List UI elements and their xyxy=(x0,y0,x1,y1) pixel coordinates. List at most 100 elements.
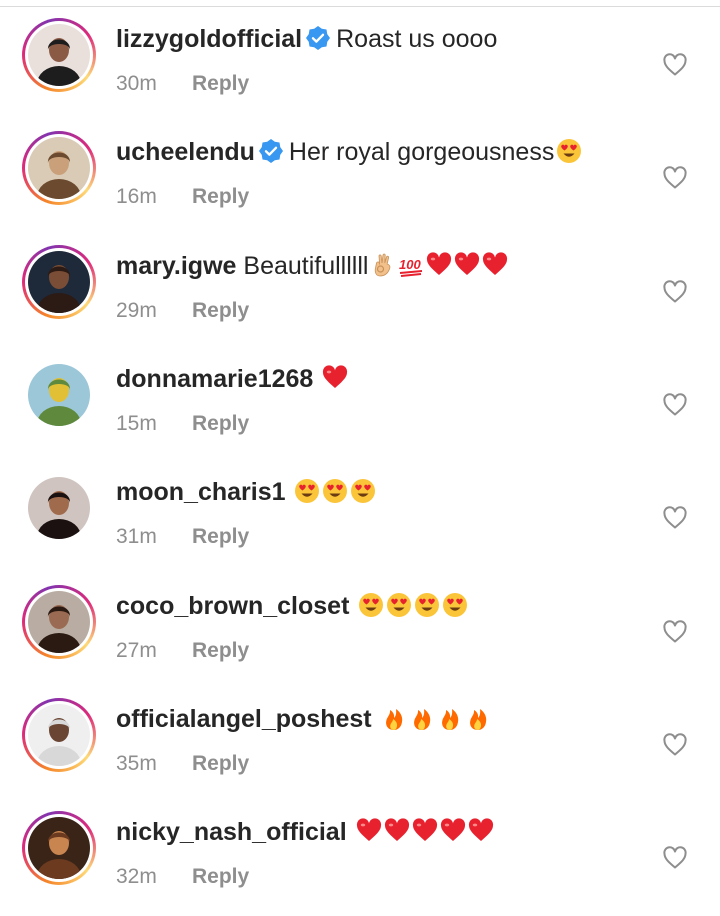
avatar-image xyxy=(28,137,90,200)
heart-eyes-emoji-icon xyxy=(443,592,468,617)
comment-row: lizzygoldofficial Roast us oooo 30m Reply xyxy=(0,6,720,119)
heart-eyes-emoji-icon xyxy=(387,592,412,617)
comment-text: Beautifullllll xyxy=(243,251,369,280)
like-heart-icon[interactable] xyxy=(661,731,689,759)
comment-text: Her royal gorgeousness xyxy=(288,138,555,167)
comment-body: donnamarie1268 xyxy=(116,364,348,394)
verified-badge-icon xyxy=(258,139,283,164)
avatar-border xyxy=(25,247,93,316)
username-link[interactable]: lizzygoldofficial xyxy=(116,25,302,53)
comment-time: 31m xyxy=(116,525,157,549)
comment-body: lizzygoldofficial Roast us oooo xyxy=(116,24,497,54)
avatar[interactable] xyxy=(22,244,96,319)
heart-eyes-emoji-icon xyxy=(351,479,376,504)
like-heart-icon[interactable] xyxy=(661,844,689,872)
avatar-border xyxy=(25,700,93,769)
comment-body: ucheelendu Her royal gorgeousness xyxy=(116,137,582,167)
like-heart-icon[interactable] xyxy=(661,618,689,646)
red-heart-emoji-icon xyxy=(483,252,508,275)
comment-body: coco_brown_closet xyxy=(116,591,468,621)
comment-meta: 32m Reply xyxy=(116,865,249,889)
avatar-image xyxy=(28,817,90,880)
avatar[interactable] xyxy=(22,131,96,206)
username-link[interactable]: donnamarie1268 xyxy=(116,365,313,393)
comment-row: donnamarie1268 15m Reply xyxy=(0,346,720,459)
comment-meta: 35m Reply xyxy=(116,752,249,776)
avatar[interactable] xyxy=(22,697,96,772)
avatar-border xyxy=(22,471,96,546)
avatar-image xyxy=(28,363,90,426)
like-heart-icon[interactable] xyxy=(661,278,689,306)
fire-emoji-icon xyxy=(441,708,458,730)
avatar-image xyxy=(28,24,90,86)
avatar[interactable] xyxy=(22,357,96,432)
comment-time: 29m xyxy=(116,298,157,322)
ok-hand-emoji-icon xyxy=(375,253,391,276)
reply-button[interactable]: Reply xyxy=(192,412,249,435)
reply-button[interactable]: Reply xyxy=(192,299,249,322)
like-heart-icon[interactable] xyxy=(661,51,689,79)
comment-text: Roast us oooo xyxy=(336,25,498,53)
username-link[interactable]: nicky_nash_official xyxy=(116,818,347,846)
username-link[interactable]: ucheelendu xyxy=(116,138,255,166)
username-link[interactable]: moon_charis1 xyxy=(116,478,286,506)
fire-emoji-icon xyxy=(469,708,486,730)
username-link[interactable]: coco_brown_closet xyxy=(116,592,349,620)
avatar-border xyxy=(25,134,93,203)
comment-body: nicky_nash_official xyxy=(116,817,494,847)
reply-button[interactable]: Reply xyxy=(192,752,249,775)
fire-emoji-icon xyxy=(413,708,430,730)
avatar[interactable] xyxy=(22,811,96,886)
reply-button[interactable]: Reply xyxy=(192,185,249,208)
reply-button[interactable]: Reply xyxy=(192,639,249,662)
comment-time: 32m xyxy=(116,865,157,889)
comment-meta: 31m Reply xyxy=(116,525,249,549)
avatar[interactable] xyxy=(22,584,96,659)
hundred-emoji-icon: 100 xyxy=(399,257,423,277)
red-heart-emoji-icon xyxy=(440,818,465,842)
avatar-border xyxy=(25,21,93,89)
fire-emoji-icon xyxy=(385,708,402,730)
avatar-image xyxy=(28,250,90,313)
comment-meta: 27m Reply xyxy=(116,639,249,663)
comment-time: 15m xyxy=(116,411,157,435)
reply-button[interactable]: Reply xyxy=(192,525,249,548)
avatar-border xyxy=(25,587,93,656)
verified-badge-icon xyxy=(306,26,331,50)
heart-eyes-emoji-icon xyxy=(295,479,320,504)
red-heart-emoji-icon xyxy=(427,252,452,275)
comment-row: officialangel_poshest 35m Reply xyxy=(0,686,720,799)
comment-time: 30m xyxy=(116,72,157,95)
comment-row: mary.igwe Beautifullllll 100 29m Reply xyxy=(0,233,720,346)
heart-eyes-emoji-icon xyxy=(323,479,348,504)
username-link[interactable]: mary.igwe xyxy=(116,252,236,280)
comment-body: moon_charis1 xyxy=(116,477,376,507)
like-heart-icon[interactable] xyxy=(661,391,689,419)
comment-time: 16m xyxy=(116,185,157,209)
avatar-border xyxy=(22,357,96,432)
comment-row: ucheelendu Her royal gorgeousness 16m Reply xyxy=(0,119,720,232)
comment-meta: 30m Reply xyxy=(116,72,249,96)
red-heart-emoji-icon xyxy=(468,818,493,842)
reply-button[interactable]: Reply xyxy=(192,865,249,888)
red-heart-emoji-icon xyxy=(412,818,437,842)
avatar-border xyxy=(25,814,93,883)
like-heart-icon[interactable] xyxy=(661,504,689,532)
avatar[interactable] xyxy=(22,18,96,92)
comment-row: moon_charis1 31m Reply xyxy=(0,459,720,572)
reply-button[interactable]: Reply xyxy=(192,72,249,95)
heart-eyes-emoji-icon xyxy=(359,592,384,617)
avatar-image xyxy=(28,477,90,540)
username-link[interactable]: officialangel_poshest xyxy=(116,705,372,733)
avatar[interactable] xyxy=(22,471,96,546)
comment-time: 35m xyxy=(116,751,157,775)
comment-meta: 15m Reply xyxy=(116,412,249,436)
like-heart-icon[interactable] xyxy=(661,164,689,192)
red-heart-emoji-icon xyxy=(356,818,381,842)
red-heart-emoji-icon xyxy=(323,365,348,388)
comment-time: 27m xyxy=(116,638,157,662)
comment-row: coco_brown_closet 27m Reply xyxy=(0,573,720,686)
comment-meta: 16m Reply xyxy=(116,185,249,209)
comment-body: mary.igwe Beautifullllll 100 xyxy=(116,251,508,281)
heart-eyes-emoji-icon xyxy=(415,592,440,617)
